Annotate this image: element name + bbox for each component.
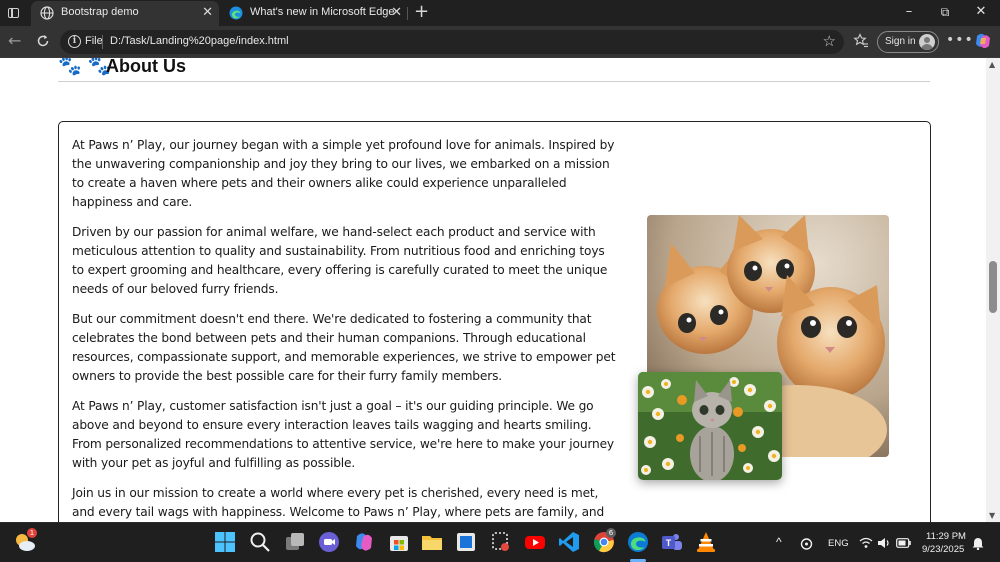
paragraph: Join us in our mission to create a world…: [72, 486, 605, 519]
tab-divider: [407, 7, 408, 20]
windows-start-icon[interactable]: [214, 531, 236, 553]
volume-icon[interactable]: [877, 537, 891, 549]
url-scheme-label: File: [85, 35, 103, 47]
language-indicator[interactable]: ENG: [828, 538, 849, 549]
close-window-button[interactable]: ✕: [971, 4, 991, 20]
tab-label: Bootstrap demo: [61, 6, 139, 18]
teams-icon[interactable]: T: [661, 531, 683, 553]
paragraph: Driven by our passion for animal welfare…: [72, 225, 608, 296]
taskbar: 1 6 T ^ ENG 11:29 PM 9/23/2025: [0, 522, 1000, 562]
scroll-up-icon[interactable]: ▲: [989, 60, 995, 69]
page-scrollbar[interactable]: ▲ ▼: [986, 58, 1000, 522]
task-view-icon[interactable]: [284, 531, 306, 553]
vlc-icon[interactable]: [695, 531, 717, 553]
favorite-star-icon[interactable]: ☆: [823, 32, 836, 50]
address-bar[interactable]: i File D:/Task/Landing%20page/index.html…: [60, 30, 844, 54]
favorites-icon[interactable]: [853, 33, 869, 49]
refresh-icon[interactable]: [36, 34, 50, 48]
edge-icon: [229, 6, 243, 20]
clock-date[interactable]: 9/23/2025: [922, 544, 964, 555]
tab-whats-new-edge[interactable]: What's new in Microsoft Edge ✕: [220, 1, 408, 26]
file-explorer-icon[interactable]: [421, 531, 443, 553]
paragraph: At Paws n’ Play, our journey began with …: [72, 138, 615, 209]
minimize-button[interactable]: –: [899, 4, 919, 20]
window-menu-icon[interactable]: [6, 5, 22, 21]
copilot-app-icon[interactable]: [353, 531, 375, 553]
notification-bell-icon[interactable]: [972, 537, 984, 550]
page-title: About Us: [106, 58, 186, 76]
chat-icon[interactable]: [318, 531, 340, 553]
title-bar: Bootstrap demo ✕ What's new in Microsoft…: [0, 0, 1000, 26]
sign-in-label: Sign in: [885, 36, 916, 47]
globe-icon: [40, 6, 54, 20]
avatar-icon: [919, 34, 935, 50]
scroll-thumb[interactable]: [989, 261, 997, 313]
close-tab-icon[interactable]: ✕: [202, 5, 213, 21]
new-tab-plus-icon[interactable]: +: [414, 2, 429, 22]
back-arrow-icon[interactable]: ←: [8, 32, 21, 50]
restore-button[interactable]: ⧉: [935, 4, 955, 20]
youtube-icon[interactable]: [524, 531, 546, 553]
battery-icon[interactable]: [896, 538, 911, 548]
store-icon[interactable]: [388, 531, 410, 553]
info-icon[interactable]: i: [68, 35, 81, 48]
tab-bootstrap-demo[interactable]: Bootstrap demo ✕: [31, 1, 219, 26]
svg-text:T: T: [666, 538, 672, 548]
search-icon[interactable]: [249, 531, 271, 553]
clock-time[interactable]: 11:29 PM: [926, 531, 966, 542]
more-options-icon[interactable]: •••: [946, 32, 974, 48]
copilot-icon[interactable]: [974, 32, 992, 50]
wifi-icon[interactable]: [859, 537, 873, 549]
browser-toolbar: ← i File D:/Task/Landing%20page/index.ht…: [0, 26, 1000, 58]
page-viewport: 🐾 🐾 About Us At Paws n’ Play, our journe…: [0, 58, 986, 522]
snipping-tool-icon[interactable]: [490, 531, 512, 553]
show-hidden-icons[interactable]: ^: [776, 535, 782, 549]
onedrive-icon[interactable]: [800, 537, 813, 550]
photos-icon[interactable]: [455, 531, 477, 553]
tab-label: What's new in Microsoft Edge: [250, 6, 395, 18]
vscode-icon[interactable]: [558, 531, 580, 553]
url-text[interactable]: D:/Task/Landing%20page/index.html: [110, 35, 289, 47]
scroll-down-icon[interactable]: ▼: [989, 511, 995, 520]
kitten-in-flowers-photo: [638, 372, 782, 480]
edge-taskbar-icon[interactable]: [627, 531, 649, 553]
close-tab-icon[interactable]: ✕: [391, 5, 402, 21]
paw-prints-icon: 🐾 🐾: [58, 58, 112, 77]
notification-badge: 1: [27, 528, 37, 538]
about-card: At Paws n’ Play, our journey began with …: [58, 121, 931, 522]
about-text: At Paws n’ Play, our journey began with …: [72, 136, 620, 522]
url-divider: [102, 35, 103, 49]
chrome-badge: 6: [606, 528, 616, 538]
sign-in-button[interactable]: Sign in: [877, 31, 939, 53]
paragraph: But our commitment doesn't end there. We…: [72, 312, 616, 383]
paragraph: At Paws n’ Play, customer satisfaction i…: [72, 399, 614, 470]
about-heading: 🐾 🐾 About Us: [58, 58, 930, 82]
